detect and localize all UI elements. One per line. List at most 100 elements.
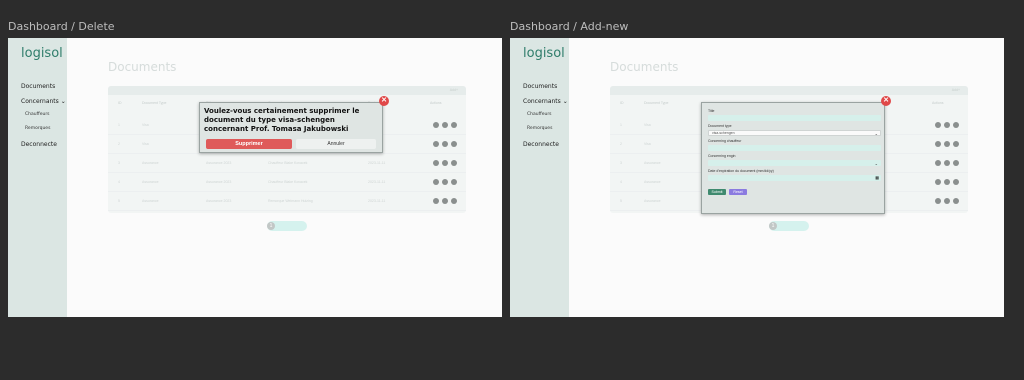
table-cell: 4: [620, 180, 622, 184]
view-icon[interactable]: [442, 179, 448, 185]
delete-icon[interactable]: [451, 141, 457, 147]
view-icon[interactable]: [944, 160, 950, 166]
table-cell: Assurance: [142, 180, 159, 184]
edit-icon[interactable]: [433, 160, 439, 166]
expiry-date-input[interactable]: ▦: [708, 175, 881, 181]
view-icon[interactable]: [944, 122, 950, 128]
edit-icon[interactable]: [935, 141, 941, 147]
document-type-label: Document type: [708, 124, 732, 128]
frame-label: Dashboard / Add-new: [510, 20, 629, 33]
table-header: Actions: [932, 101, 944, 105]
cancel-button[interactable]: Annuler: [296, 139, 376, 149]
delete-button[interactable]: Supprimer: [206, 139, 292, 149]
view-icon[interactable]: [944, 141, 950, 147]
edit-icon[interactable]: [935, 179, 941, 185]
table-cell: 5: [620, 199, 622, 203]
page-button[interactable]: 1: [769, 222, 777, 230]
view-icon[interactable]: [944, 179, 950, 185]
table-row: 5 Assurance Assurance 2023 Remorque Weim…: [108, 192, 466, 211]
dashboard-add-new-frame: logisol Documents Concernants ⌄ Chauffeu…: [510, 38, 1004, 317]
edit-icon[interactable]: [433, 198, 439, 204]
table-cell: 2: [118, 142, 120, 146]
engin-select[interactable]: ⌄: [708, 160, 881, 166]
table-cell: 2023-11-11: [368, 199, 386, 203]
add-button[interactable]: Add+: [450, 88, 458, 92]
table-header: Document Type: [644, 101, 669, 105]
document-type-select[interactable]: visa-schengen ⌄: [708, 130, 881, 136]
delete-icon[interactable]: [953, 141, 959, 147]
view-icon[interactable]: [442, 141, 448, 147]
table-cell: Assurance: [644, 199, 661, 203]
edit-icon[interactable]: [433, 122, 439, 128]
table-cell: Chauffeur Blake Kovacek: [268, 180, 308, 184]
table-cell: 3: [118, 161, 120, 165]
sidebar-item-chauffeurs[interactable]: Chauffeurs: [527, 112, 552, 117]
chevron-down-icon: ⌄: [874, 161, 878, 166]
table-row: 3 Assurance Assurance 2023 Chauffeur Bla…: [108, 154, 466, 173]
frame-label: Dashboard / Delete: [8, 20, 115, 33]
close-icon[interactable]: ✕: [379, 96, 389, 106]
sidebar-item-deconnecte[interactable]: Deconnecte: [21, 141, 57, 148]
table-cell: 1: [118, 123, 120, 127]
table-cell: 2023-11-11: [368, 161, 386, 165]
delete-icon[interactable]: [953, 122, 959, 128]
sidebar: logisol Documents Concernants ⌄ Chauffeu…: [8, 38, 67, 317]
view-icon[interactable]: [442, 198, 448, 204]
delete-icon[interactable]: [953, 160, 959, 166]
sidebar-item-documents[interactable]: Documents: [523, 83, 557, 90]
edit-icon[interactable]: [433, 179, 439, 185]
edit-icon[interactable]: [935, 198, 941, 204]
table-cell: Assurance 2023: [206, 161, 232, 165]
sidebar-item-remorques[interactable]: Remorques: [25, 126, 50, 131]
table-cell: Remorque Weimann Huizing: [268, 199, 313, 203]
engin-label: Concerning engin: [708, 154, 736, 158]
delete-icon[interactable]: [451, 198, 457, 204]
table-cell: 3: [620, 161, 622, 165]
submit-button[interactable]: Submit: [708, 189, 726, 195]
sidebar-item-label: Concernants: [523, 98, 561, 105]
table-header: Actions: [430, 101, 442, 105]
sidebar-item-chauffeurs[interactable]: Chauffeurs: [25, 112, 50, 117]
sidebar-item-documents[interactable]: Documents: [21, 83, 55, 90]
table-cell: Visa: [644, 142, 651, 146]
sidebar-item-deconnecte[interactable]: Deconnecte: [523, 141, 559, 148]
table-cell: 1: [620, 123, 622, 127]
delete-icon[interactable]: [953, 198, 959, 204]
delete-confirm-modal: Voulez-vous certainement supprimer le do…: [199, 102, 383, 153]
table-cell: Assurance: [644, 161, 661, 165]
edit-icon[interactable]: [935, 160, 941, 166]
view-icon[interactable]: [442, 122, 448, 128]
delete-icon[interactable]: [451, 160, 457, 166]
delete-icon[interactable]: [451, 122, 457, 128]
table-cell: Assurance: [644, 180, 661, 184]
confirm-message: Voulez-vous certainement supprimer le do…: [204, 107, 360, 133]
sidebar: logisol Documents Concernants ⌄ Chauffeu…: [510, 38, 569, 317]
sidebar-item-remorques[interactable]: Remorques: [527, 126, 552, 131]
table-header: ID: [118, 101, 122, 105]
table-cell: Visa: [142, 142, 149, 146]
table-cell: Chauffeur Blake Kovacek: [268, 161, 308, 165]
delete-icon[interactable]: [953, 179, 959, 185]
table-cell: 4: [118, 180, 120, 184]
reset-button[interactable]: Reset: [729, 189, 747, 195]
table-cell: Assurance: [142, 161, 159, 165]
edit-icon[interactable]: [935, 122, 941, 128]
table-cell: Assurance 2023: [206, 199, 232, 203]
sidebar-item-concernants[interactable]: Concernants ⌄: [21, 98, 66, 105]
view-icon[interactable]: [442, 160, 448, 166]
title-label: Title: [708, 109, 715, 113]
chauffeur-input[interactable]: [708, 145, 881, 151]
add-document-modal: Title Document type visa-schengen ⌄ Conc…: [701, 102, 885, 214]
view-icon[interactable]: [944, 198, 950, 204]
page-button[interactable]: 1: [267, 222, 275, 230]
delete-icon[interactable]: [451, 179, 457, 185]
table-toolbar: Add+: [108, 86, 466, 95]
table-cell: Visa: [142, 123, 149, 127]
table-cell: Assurance 2023: [206, 180, 232, 184]
add-button[interactable]: Add+: [952, 88, 960, 92]
logo: logisol: [21, 46, 63, 61]
title-input[interactable]: [708, 115, 881, 121]
edit-icon[interactable]: [433, 141, 439, 147]
sidebar-item-concernants[interactable]: Concernants ⌄: [523, 98, 568, 105]
close-icon[interactable]: ✕: [881, 96, 891, 106]
